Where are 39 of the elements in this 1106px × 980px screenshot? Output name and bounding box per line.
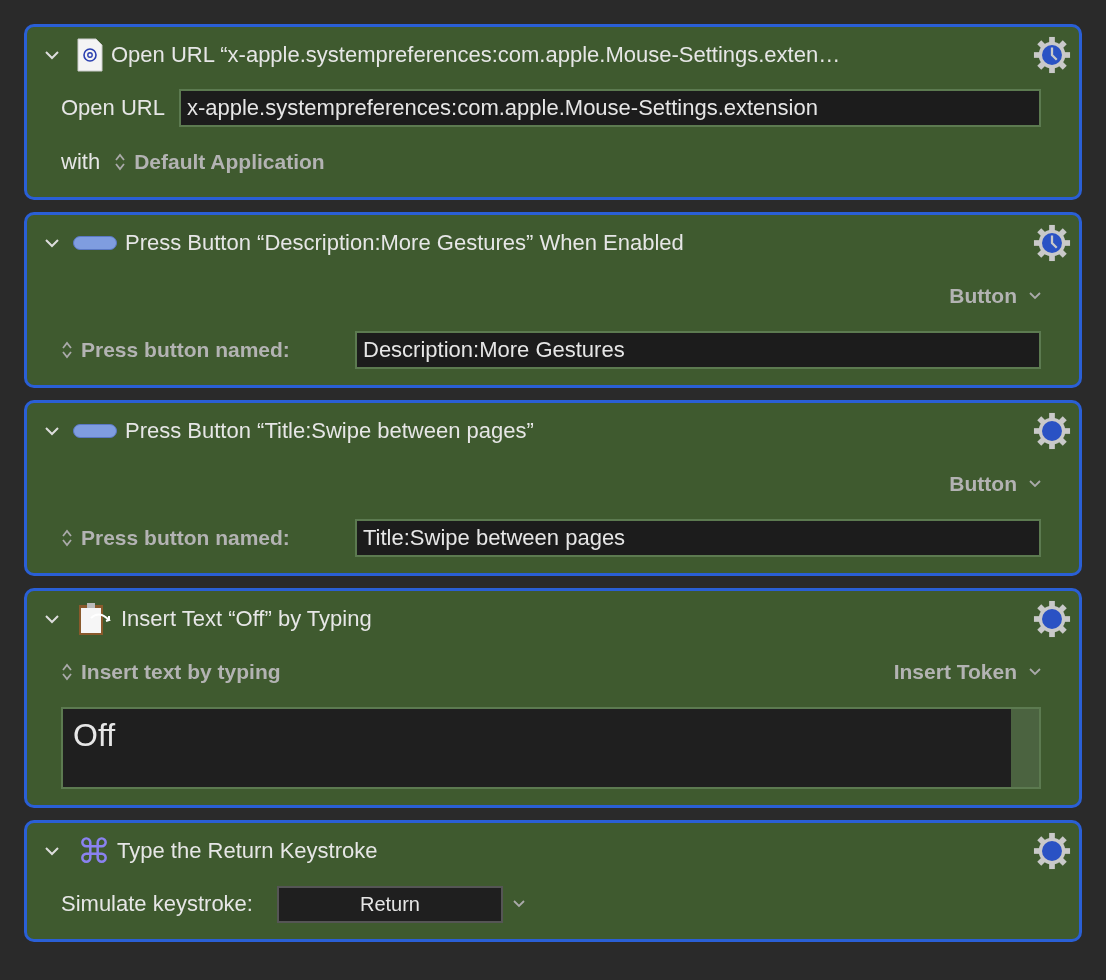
- application-popup[interactable]: Default Application: [114, 150, 325, 174]
- chevron-icon: [1029, 668, 1041, 676]
- scroll-bar[interactable]: [1011, 709, 1039, 787]
- chevron-icon: [1029, 292, 1041, 300]
- field-label: Open URL: [61, 95, 165, 121]
- match-popup[interactable]: Press button named:: [61, 526, 341, 550]
- action-title: Open URL “x-apple.systempreferences:com.apple.Mouse-Settings.exten…: [111, 42, 842, 68]
- button-icon: [73, 424, 117, 438]
- keystroke-field[interactable]: Return: [276, 885, 503, 923]
- gear-clock-icon[interactable]: [1033, 224, 1071, 262]
- action-title: Insert Text “Off” by Typing: [121, 606, 373, 632]
- type-menu[interactable]: Button: [949, 472, 1041, 496]
- settings-icon[interactable]: [1033, 600, 1071, 638]
- field-label: with: [61, 149, 101, 175]
- action-title: Press Button “Title:Swipe between pages”: [125, 418, 535, 444]
- clipboard-icon: [77, 602, 113, 636]
- type-menu[interactable]: Button: [949, 284, 1041, 308]
- insert-mode-popup[interactable]: Insert text by typing: [61, 660, 281, 684]
- button-name-field[interactable]: Description:More Gestures: [355, 331, 1041, 369]
- chevron-icon[interactable]: [512, 900, 525, 908]
- settings-icon[interactable]: [1033, 832, 1071, 870]
- gear-clock-icon[interactable]: [1033, 36, 1071, 74]
- stepper-icon: [61, 662, 73, 682]
- match-popup[interactable]: Press button named:: [61, 338, 341, 362]
- url-field[interactable]: x-apple.systempreferences:com.apple.Mouse-Settings.extension: [178, 89, 1041, 127]
- action-title: Type the Return Keystroke: [117, 838, 379, 864]
- field-label: Simulate keystroke:: [61, 891, 253, 917]
- text-area[interactable]: Off: [63, 709, 1011, 787]
- insert-token-menu[interactable]: Insert Token: [893, 660, 1041, 684]
- action-title: Press Button “Description:More Gestures” When Enabled: [125, 230, 685, 256]
- stepper-icon: [61, 528, 73, 548]
- button-icon: [73, 236, 117, 250]
- chevron-icon: [1029, 480, 1041, 488]
- document-icon: [77, 38, 103, 72]
- command-icon: ⌘: [77, 834, 111, 868]
- button-name-field[interactable]: Title:Swipe between pages: [355, 519, 1041, 557]
- settings-icon[interactable]: [1033, 412, 1071, 450]
- stepper-icon: [61, 340, 73, 360]
- stepper-icon: [114, 152, 127, 172]
